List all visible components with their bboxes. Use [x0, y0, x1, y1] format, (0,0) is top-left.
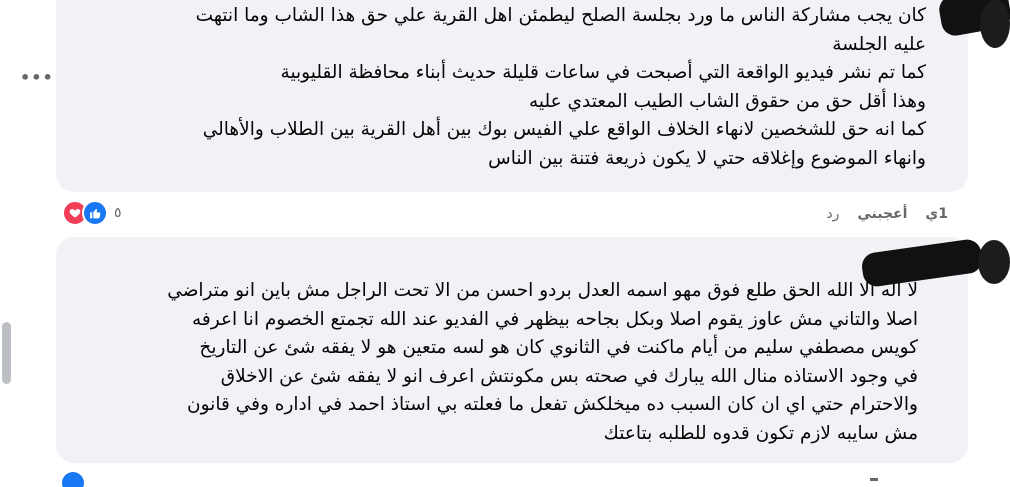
avatar[interactable] [978, 240, 1010, 284]
comment-text-line: مش سايبه لازم تكون قدوه للطلبه بتاعتك [603, 422, 918, 444]
comment-text-line: وهذا أقل حق من حقوق الشاب الطيب المعتدي … [528, 90, 926, 112]
comment-actions: 1ي أعجبني رد [808, 202, 948, 226]
comment-text-line: كما انه حق للشخصين لانهاء الخلاف الواقع … [202, 119, 926, 140]
comment-text-line: كما تم نشر فيديو الواقعة التي أصبحت في س… [280, 62, 926, 83]
like-reaction-icon [62, 472, 84, 487]
comment-text-line: كان يجب مشاركة الناس ما ورد بجلسة الصلح … [195, 5, 926, 26]
avatar[interactable] [980, 0, 1010, 48]
reactions-summary[interactable]: ٥ [62, 200, 122, 226]
reply-button[interactable]: رد [826, 206, 839, 222]
comment-time[interactable]: 1ي [925, 206, 948, 222]
comment-bubble-2: لا اله الا الله الحق طلع فوق مهو اسمه ال… [56, 237, 968, 463]
scrollbar-thumb[interactable] [2, 322, 11, 384]
comment-text-line: والاحترام حتي اي ان كان السبب ده ميخلكش … [187, 394, 918, 415]
comment-text-line: لا اله الا الله الحق طلع فوق مهو اسمه ال… [167, 280, 918, 301]
more-options-icon[interactable]: ••• [20, 66, 53, 90]
reaction-count: ٥ [114, 205, 122, 221]
comment-actions [870, 478, 878, 481]
comment-text-line: كويس مصطفي سليم من أيام ماكنت في الثانوي… [199, 337, 918, 358]
like-button[interactable]: أعجبني [857, 206, 907, 222]
comments-page: ••• كان يجب مشاركة الناس ما ورد بجلسة ال… [0, 0, 1010, 487]
scrollbar-track[interactable] [0, 0, 14, 487]
comment-bubble-1: كان يجب مشاركة الناس ما ورد بجلسة الصلح … [56, 0, 968, 192]
comment-text-line: عليه الجلسة [832, 33, 926, 55]
comment-text-line: في وجود الاستاذه منال الله يبارك في صحته… [220, 365, 918, 387]
comment-text-line: اصلا والتاني مش عاوز يقوم اصلا وبكل بجاح… [192, 308, 918, 330]
like-reaction-icon [82, 200, 108, 226]
comment-text-line: وانهاء الموضوع وإغلاقه حتي لا يكون ذريعة… [488, 147, 926, 169]
